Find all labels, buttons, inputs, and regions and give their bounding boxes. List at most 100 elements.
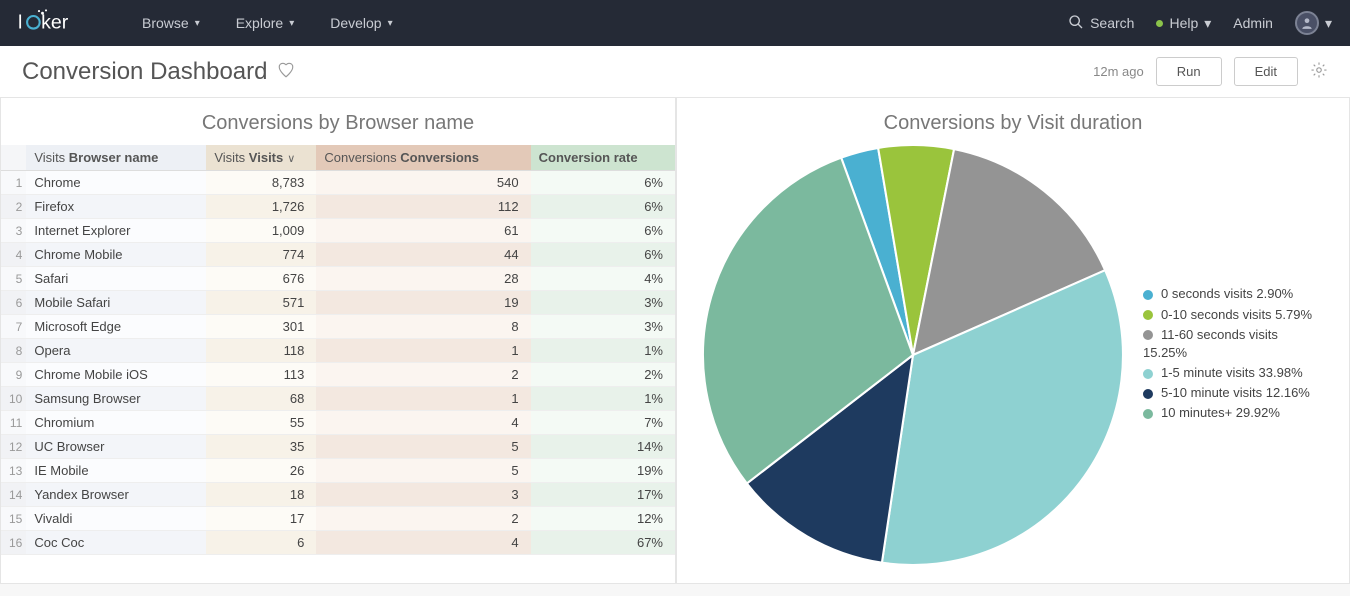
table-row[interactable]: 11Chromium5547% bbox=[1, 411, 675, 435]
avatar-icon bbox=[1295, 11, 1319, 35]
cell-visits: 26 bbox=[206, 459, 316, 483]
cell-visits: 1,009 bbox=[206, 219, 316, 243]
chevron-down-icon: ▾ bbox=[195, 18, 200, 29]
table-row[interactable]: 12UC Browser35514% bbox=[1, 435, 675, 459]
cell-rate: 3% bbox=[531, 291, 675, 315]
legend-swatch-icon bbox=[1143, 369, 1153, 379]
row-index: 5 bbox=[1, 267, 26, 291]
cell-rate: 1% bbox=[531, 387, 675, 411]
cell-browser: Internet Explorer bbox=[26, 219, 206, 243]
cell-browser: UC Browser bbox=[26, 435, 206, 459]
nav-right: Search Help ▾ Admin ▾ bbox=[1068, 11, 1332, 35]
cell-browser: Yandex Browser bbox=[26, 483, 206, 507]
cell-conversions: 2 bbox=[316, 363, 530, 387]
row-index: 11 bbox=[1, 411, 26, 435]
heart-icon[interactable] bbox=[277, 58, 295, 86]
table-title: Conversions by Browser name bbox=[1, 98, 675, 145]
svg-text:ker: ker bbox=[41, 12, 69, 34]
header-actions: 12m ago Run Edit bbox=[1093, 57, 1328, 86]
legend-swatch-icon bbox=[1143, 389, 1153, 399]
cell-visits: 1,726 bbox=[206, 195, 316, 219]
cell-browser: Safari bbox=[26, 267, 206, 291]
chart-wrap: 0 seconds visits 2.90% 0-10 seconds visit… bbox=[677, 145, 1349, 565]
table-row[interactable]: 10Samsung Browser6811% bbox=[1, 387, 675, 411]
run-button[interactable]: Run bbox=[1156, 57, 1222, 86]
cell-conversions: 4 bbox=[316, 411, 530, 435]
row-index: 16 bbox=[1, 531, 26, 555]
cell-browser: Vivaldi bbox=[26, 507, 206, 531]
row-index: 1 bbox=[1, 171, 26, 195]
cell-conversions: 3 bbox=[316, 483, 530, 507]
legend-item[interactable]: 0 seconds visits 2.90% bbox=[1143, 285, 1323, 303]
sort-desc-icon: ∨ bbox=[287, 153, 295, 165]
nav-left: Browse▾ Explore▾ Develop▾ bbox=[142, 15, 393, 31]
cell-visits: 18 bbox=[206, 483, 316, 507]
row-index: 6 bbox=[1, 291, 26, 315]
chart-title: Conversions by Visit duration bbox=[677, 98, 1349, 145]
table-row[interactable]: 8Opera11811% bbox=[1, 339, 675, 363]
table-row[interactable]: 13IE Mobile26519% bbox=[1, 459, 675, 483]
nav-browse[interactable]: Browse▾ bbox=[142, 15, 200, 31]
edit-button[interactable]: Edit bbox=[1234, 57, 1298, 86]
row-index: 13 bbox=[1, 459, 26, 483]
legend-label: 11-60 seconds visits 15.25% bbox=[1143, 327, 1278, 360]
cell-rate: 12% bbox=[531, 507, 675, 531]
table-row[interactable]: 5Safari676284% bbox=[1, 267, 675, 291]
nav-search[interactable]: Search bbox=[1068, 14, 1134, 33]
cell-conversions: 112 bbox=[316, 195, 530, 219]
table-row[interactable]: 9Chrome Mobile iOS11322% bbox=[1, 363, 675, 387]
pie-chart[interactable] bbox=[703, 145, 1123, 565]
cell-browser: Firefox bbox=[26, 195, 206, 219]
col-browser-name[interactable]: Visits Browser name bbox=[26, 145, 206, 171]
legend-item[interactable]: 10 minutes+ 29.92% bbox=[1143, 404, 1323, 422]
cell-rate: 6% bbox=[531, 243, 675, 267]
table-row[interactable]: 6Mobile Safari571193% bbox=[1, 291, 675, 315]
table-row[interactable]: 7Microsoft Edge30183% bbox=[1, 315, 675, 339]
cell-visits: 55 bbox=[206, 411, 316, 435]
cell-conversions: 1 bbox=[316, 387, 530, 411]
dashboard-header: Conversion Dashboard 12m ago Run Edit bbox=[0, 46, 1350, 98]
cell-visits: 68 bbox=[206, 387, 316, 411]
legend-label: 10 minutes+ 29.92% bbox=[1161, 405, 1280, 420]
cell-conversions: 44 bbox=[316, 243, 530, 267]
settings-button[interactable] bbox=[1310, 61, 1328, 82]
table-row[interactable]: 1Chrome8,7835406% bbox=[1, 171, 675, 195]
nav-admin[interactable]: Admin bbox=[1233, 15, 1273, 31]
cell-conversions: 1 bbox=[316, 339, 530, 363]
logo[interactable]: lker bbox=[18, 9, 102, 37]
chevron-down-icon: ▾ bbox=[388, 18, 393, 29]
nav-help[interactable]: Help ▾ bbox=[1156, 15, 1211, 32]
cell-visits: 35 bbox=[206, 435, 316, 459]
legend-item[interactable]: 5-10 minute visits 12.16% bbox=[1143, 384, 1323, 402]
nav-develop[interactable]: Develop▾ bbox=[330, 15, 392, 31]
nav-explore[interactable]: Explore▾ bbox=[236, 15, 295, 31]
col-rate[interactable]: Conversion rate bbox=[531, 145, 675, 171]
legend-item[interactable]: 11-60 seconds visits 15.25% bbox=[1143, 326, 1323, 362]
table-row[interactable]: 4Chrome Mobile774446% bbox=[1, 243, 675, 267]
col-visits[interactable]: Visits Visits∨ bbox=[206, 145, 316, 171]
legend-label: 0-10 seconds visits 5.79% bbox=[1161, 307, 1312, 322]
row-index: 7 bbox=[1, 315, 26, 339]
legend-item[interactable]: 0-10 seconds visits 5.79% bbox=[1143, 306, 1323, 324]
table-row[interactable]: 16Coc Coc6467% bbox=[1, 531, 675, 555]
legend-swatch-icon bbox=[1143, 330, 1153, 340]
cell-visits: 676 bbox=[206, 267, 316, 291]
status-dot-icon bbox=[1156, 20, 1163, 27]
table-row[interactable]: 3Internet Explorer1,009616% bbox=[1, 219, 675, 243]
cell-browser: Chromium bbox=[26, 411, 206, 435]
row-index: 8 bbox=[1, 339, 26, 363]
table-row[interactable]: 2Firefox1,7261126% bbox=[1, 195, 675, 219]
table-row[interactable]: 15Vivaldi17212% bbox=[1, 507, 675, 531]
col-conversions[interactable]: Conversions Conversions bbox=[316, 145, 530, 171]
cell-browser: Chrome Mobile bbox=[26, 243, 206, 267]
browser-table: Visits Browser name Visits Visits∨ Conve… bbox=[1, 145, 675, 555]
cell-visits: 6 bbox=[206, 531, 316, 555]
cell-browser: Opera bbox=[26, 339, 206, 363]
cell-visits: 113 bbox=[206, 363, 316, 387]
cell-rate: 6% bbox=[531, 171, 675, 195]
table-panel: Conversions by Browser name Visits Brows… bbox=[0, 98, 676, 584]
nav-user-menu[interactable]: ▾ bbox=[1295, 11, 1332, 35]
legend-item[interactable]: 1-5 minute visits 33.98% bbox=[1143, 364, 1323, 382]
table-row[interactable]: 14Yandex Browser18317% bbox=[1, 483, 675, 507]
cell-conversions: 5 bbox=[316, 459, 530, 483]
